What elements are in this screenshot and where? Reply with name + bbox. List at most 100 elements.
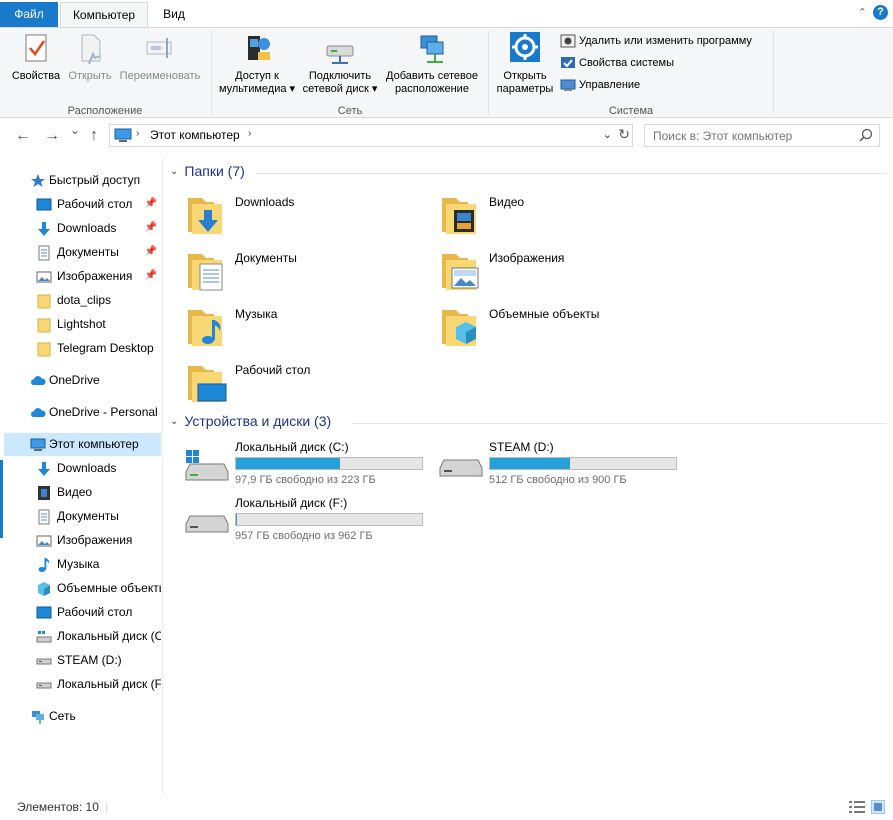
drive-usage-bar: [489, 457, 677, 470]
add-network-location-button[interactable]: Добавить сетевое расположение: [382, 30, 482, 96]
folder-downloads[interactable]: Downloads: [164, 190, 414, 242]
sidebar-item-dota-clips[interactable]: dota_clips: [4, 289, 161, 312]
sidebar-item-label: Быстрый доступ: [49, 173, 141, 187]
sidebar-item-desktop[interactable]: Рабочий стол 📌: [4, 193, 161, 216]
drives-section-title: Устройства и диски (3): [184, 413, 332, 429]
map-network-drive-button[interactable]: Подключить сетевой диск ▾: [302, 30, 378, 96]
breadcrumb-separator[interactable]: ›: [248, 128, 251, 139]
media-access-label-2: мультимедиа ▾: [218, 83, 296, 95]
folder-3d-objects[interactable]: Объемные объекты: [418, 302, 668, 354]
status-divider: [106, 802, 107, 814]
pin-icon[interactable]: 📌: [145, 241, 157, 263]
drive-f[interactable]: Локальный диск (F:) 957 ГБ свободно из 9…: [164, 496, 424, 548]
document-icon: [38, 245, 50, 261]
help-icon[interactable]: ?: [873, 5, 888, 20]
address-dropdown-icon[interactable]: ⌄: [603, 128, 612, 141]
drive-name: STEAM (D:): [489, 440, 554, 454]
drive-c[interactable]: Локальный диск (C:) 97,9 ГБ свободно из …: [164, 440, 424, 492]
uninstall-program-button[interactable]: Удалить или изменить программу: [560, 32, 752, 52]
sidebar-item-video[interactable]: Видео: [4, 481, 161, 504]
sidebar-item-telegram-desktop[interactable]: Telegram Desktop: [4, 337, 161, 360]
manage-icon: [560, 79, 576, 92]
tiles-view-icon[interactable]: [871, 800, 885, 814]
sidebar-item-3d-objects[interactable]: Объемные объекты: [4, 577, 161, 600]
pin-icon[interactable]: 📌: [145, 217, 157, 239]
chevron-down-icon[interactable]: ⌄: [170, 416, 178, 427]
open-settings-button[interactable]: Открыть параметры: [493, 30, 557, 96]
sidebar-item-quick-access[interactable]: Быстрый доступ: [4, 169, 161, 192]
search-input[interactable]: [645, 125, 855, 146]
drive-d[interactable]: STEAM (D:) 512 ГБ свободно из 900 ГБ: [418, 440, 678, 492]
sidebar-item-onedrive-personal[interactable]: OneDrive - Personal: [4, 401, 161, 424]
up-arrow-icon[interactable]: ↑: [90, 127, 98, 145]
pin-icon[interactable]: 📌: [145, 193, 157, 215]
navigation-pane[interactable]: Быстрый доступ Рабочий стол 📌 Downloads …: [0, 156, 163, 796]
search-icon[interactable]: [859, 128, 873, 142]
sidebar-item-pictures[interactable]: Изображения 📌: [4, 265, 161, 288]
search-box[interactable]: [644, 124, 880, 147]
tab-computer[interactable]: Компьютер: [60, 2, 148, 27]
pin-icon[interactable]: 📌: [145, 265, 157, 287]
sidebar-scroll-indicator: [0, 460, 3, 538]
hard-drive-icon: [36, 682, 52, 689]
hard-drive-icon: [36, 658, 52, 665]
folder-documents[interactable]: Документы: [164, 246, 414, 298]
refresh-icon[interactable]: ↻: [618, 126, 630, 143]
folder-desktop[interactable]: Рабочий стол: [164, 358, 414, 410]
sidebar-item-this-pc[interactable]: Этот компьютер: [4, 433, 161, 456]
manage-button[interactable]: Управление: [560, 76, 640, 96]
sidebar-item-network[interactable]: Сеть: [4, 705, 161, 728]
rename-button[interactable]: Переименовать: [116, 30, 204, 83]
properties-label: Свойства: [11, 70, 61, 82]
collapse-ribbon-icon[interactable]: ⌃: [858, 6, 867, 19]
recent-locations-icon[interactable]: ⌄: [70, 123, 80, 137]
sidebar-item-music[interactable]: Музыка: [4, 553, 161, 576]
address-bar[interactable]: › Этот компьютер › ⌄ ↻: [109, 124, 633, 147]
sidebar-item-label: Сеть: [49, 709, 76, 723]
sidebar-item-label: Документы: [57, 245, 119, 259]
sidebar-item-documents[interactable]: Документы 📌: [4, 241, 161, 264]
sidebar-item-pc-downloads[interactable]: Downloads: [4, 457, 161, 480]
sidebar-item-lightshot[interactable]: Lightshot: [4, 313, 161, 336]
content-pane[interactable]: ⌄ Папки (7) Downloads Видео Документы Изо…: [164, 156, 893, 796]
computer-icon: [30, 438, 46, 451]
music-note-icon: [38, 558, 50, 572]
system-properties-button[interactable]: Свойства системы: [560, 54, 674, 74]
drive-name: Локальный диск (F:): [235, 496, 348, 510]
computer-icon: [114, 128, 132, 142]
forward-arrow-icon[interactable]: →: [44, 127, 60, 145]
tab-file[interactable]: Файл: [0, 2, 58, 27]
sidebar-item-label: Локальный диск (C:): [57, 629, 161, 643]
sidebar-item-label: Документы: [57, 509, 119, 523]
ribbon-group-label-network: Сеть: [337, 105, 363, 117]
properties-button[interactable]: Свойства: [8, 30, 64, 83]
folder-video[interactable]: Видео: [418, 190, 668, 242]
open-button[interactable]: Открыть: [64, 30, 116, 83]
breadcrumb-separator[interactable]: ›: [136, 128, 139, 139]
ribbon: Свойства Открыть Переименовать Расположе…: [0, 27, 893, 118]
breadcrumb-this-pc[interactable]: Этот компьютер: [150, 128, 240, 142]
ribbon-group-label-system: Система: [608, 105, 654, 117]
folder-pictures[interactable]: Изображения: [418, 246, 668, 298]
tab-view[interactable]: Вид: [154, 2, 194, 27]
sidebar-item-onedrive[interactable]: OneDrive: [4, 369, 161, 392]
sidebar-item-drive-d[interactable]: STEAM (D:): [4, 649, 161, 672]
drives-section-header[interactable]: ⌄ Устройства и диски (3): [170, 413, 331, 433]
sidebar-item-pc-desktop[interactable]: Рабочий стол: [4, 601, 161, 624]
sidebar-item-pc-pictures[interactable]: Изображения: [4, 529, 161, 552]
folder-icon: [37, 294, 51, 309]
chevron-down-icon[interactable]: ⌄: [170, 166, 178, 177]
system-properties-icon: [561, 57, 575, 69]
sidebar-item-pc-documents[interactable]: Документы: [4, 505, 161, 528]
sidebar-item-label: OneDrive - Personal: [49, 405, 158, 419]
3d-objects-folder-icon: [442, 310, 476, 346]
sidebar-item-drive-f[interactable]: Локальный диск (F:): [4, 673, 161, 696]
folders-section-header[interactable]: ⌄ Папки (7): [170, 163, 245, 183]
sidebar-item-drive-c[interactable]: Локальный диск (C:): [4, 625, 161, 648]
media-access-button[interactable]: Доступ к мультимедиа ▾: [216, 30, 298, 96]
folder-label: Рабочий стол: [235, 363, 311, 377]
sidebar-item-downloads[interactable]: Downloads 📌: [4, 217, 161, 240]
details-view-icon[interactable]: [849, 800, 865, 814]
folder-music[interactable]: Музыка: [164, 302, 414, 354]
back-arrow-icon[interactable]: ←: [15, 127, 31, 145]
